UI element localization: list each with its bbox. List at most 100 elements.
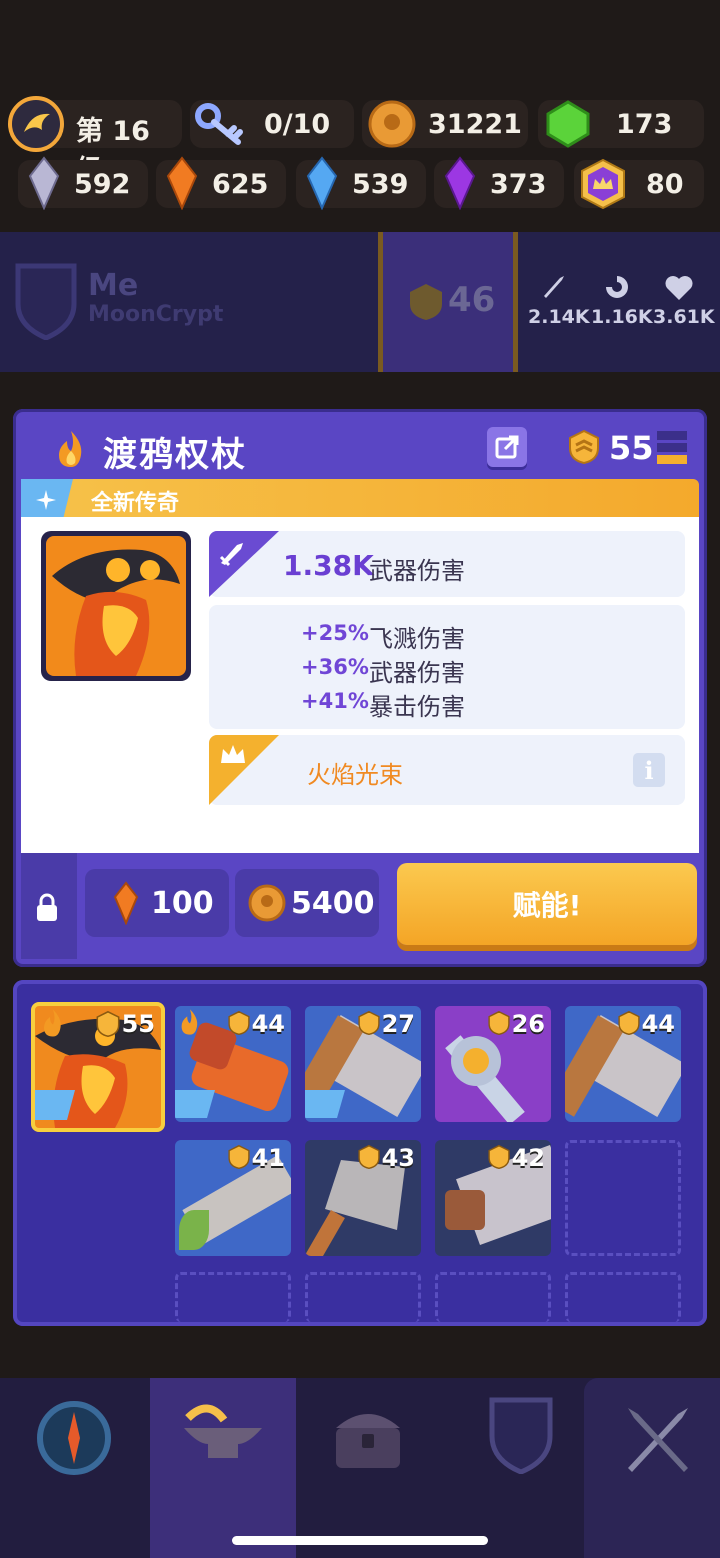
coins-text: 31221 [428,109,522,140]
item-level-badge: 43 [381,1144,415,1172]
treasure-chest-icon [336,1414,400,1468]
tab-battle[interactable] [584,1378,720,1558]
tab-clan[interactable] [440,1378,580,1558]
home-indicator[interactable] [232,1536,488,1545]
lock-button[interactable] [21,853,77,959]
fire-icon [181,1009,198,1035]
level-pill[interactable]: 第 16 级 [8,96,182,186]
clan-shield-icon [15,263,77,340]
item-portrait[interactable] [41,531,191,681]
raven-scepter-icon [46,536,186,676]
item-level-badge: 44 [641,1010,675,1038]
coin-icon [368,100,416,148]
item-level-shield-icon [569,429,599,465]
fire-icon [44,1009,61,1037]
bonus-pct-3: +41% [301,689,369,713]
blue-crystal-icon [306,156,338,210]
coin-cost: 5400 [235,869,379,937]
share-button[interactable] [487,427,527,467]
bonus-label-2: 武器伤害 [369,659,465,687]
attack-value: 2.14K [528,306,590,328]
resource-bar-row-2: 592 625 539 373 80 [0,156,720,220]
bottom-nav [0,1378,720,1558]
empty-slot [565,1140,681,1256]
resource-bar-row-1: 第 16 级 0/10 31221 173 [0,96,720,186]
inventory-slot[interactable]: 26 [435,1006,551,1122]
empty-slot [305,1272,421,1322]
inventory-slot[interactable]: 44 [175,1006,291,1122]
level-shield-icon [488,1010,510,1036]
empower-button[interactable]: 赋能! [397,863,697,945]
gems-pill[interactable]: 173 [538,100,704,148]
inventory-slot[interactable]: 27 [305,1006,421,1122]
attack-icon [544,276,564,298]
green-gem-icon [546,100,590,148]
white-crystal-icon [28,156,60,210]
info-icon: i [644,755,654,785]
tab-forge[interactable] [150,1378,296,1558]
inventory-slot[interactable]: 43 [305,1140,421,1256]
heart-icon [665,276,693,300]
shield-icon [489,1397,553,1474]
crown-icon [221,745,245,763]
inventory-slot[interactable]: 44 [565,1006,681,1122]
orange-crystal-text: 625 [212,169,269,200]
item-title: 渡鸦权杖 [103,435,247,475]
inventory-slot[interactable]: 55 [31,1002,165,1132]
crown-pill[interactable]: 80 [574,158,704,210]
power-icon [410,284,442,320]
crystal-cost: 100 [85,869,229,937]
player-bar: Me MoonCrypt 46 2.14K 1.16K 3.61K [0,232,720,372]
bonus-pct-1: +25% [301,621,369,645]
blue-crystal-pill[interactable]: 539 [296,156,426,210]
empty-slot [565,1272,681,1322]
white-crystal-text: 592 [74,169,131,200]
item-level-badge: 44 [251,1010,285,1038]
purple-crystal-text: 373 [490,169,547,200]
damage-value: 1.38K [283,549,374,582]
spin-icon [606,276,628,298]
orange-crystal-icon [166,156,198,210]
health-value: 3.61K [653,306,715,328]
power-value: 46 [448,280,496,320]
tab-explore[interactable] [0,1378,148,1558]
crystal-cost-value: 100 [151,885,214,921]
info-button[interactable]: i [633,753,665,787]
crown-token-icon [581,158,625,210]
new-tag [305,1090,345,1118]
coins-pill[interactable]: 31221 [362,100,528,148]
spin-value: 1.16K [591,306,653,328]
crown-text: 80 [646,169,684,200]
empty-slot [175,1272,291,1322]
rarity-label: 全新传奇 [91,491,180,516]
level-shield-icon [358,1010,380,1036]
keys-pill[interactable]: 0/10 [190,100,354,148]
item-level-badge: 55 [121,1010,155,1038]
damage-row: 1.38K 武器伤害 [209,531,685,597]
sparkle-icon [36,490,56,510]
level-icon [8,96,64,152]
purple-crystal-pill[interactable]: 373 [434,156,564,210]
blue-crystal-text: 539 [352,169,409,200]
bonus-pct-2: +36% [301,655,369,679]
level-progress-bar [657,431,687,465]
key-icon [195,103,243,145]
player-clan: MoonCrypt [88,302,224,327]
compass-icon [37,1401,111,1475]
keys-text: 0/10 [264,109,331,140]
lock-icon [37,893,57,921]
inventory-slot[interactable]: 42 [435,1140,551,1256]
inventory-slot[interactable]: 41 [175,1140,291,1256]
orange-crystal-pill[interactable]: 625 [156,156,286,210]
bonus-box: +25% 飞溅伤害 +36% 武器伤害 +41% 暴击伤害 [209,605,685,729]
damage-label: 武器伤害 [369,557,465,585]
level-shield-icon [228,1144,250,1170]
level-shield-icon [488,1144,510,1170]
share-icon [495,435,519,459]
gems-text: 173 [616,109,673,140]
tab-chest[interactable] [298,1378,438,1558]
special-ability-row[interactable]: 火焰光束 i [209,735,685,805]
item-level-badge: 27 [381,1010,415,1038]
white-crystal-pill[interactable]: 592 [18,156,148,210]
item-content: 1.38K 武器伤害 +25% 飞溅伤害 +36% 武器伤害 +41% 暴击伤害… [21,517,699,853]
